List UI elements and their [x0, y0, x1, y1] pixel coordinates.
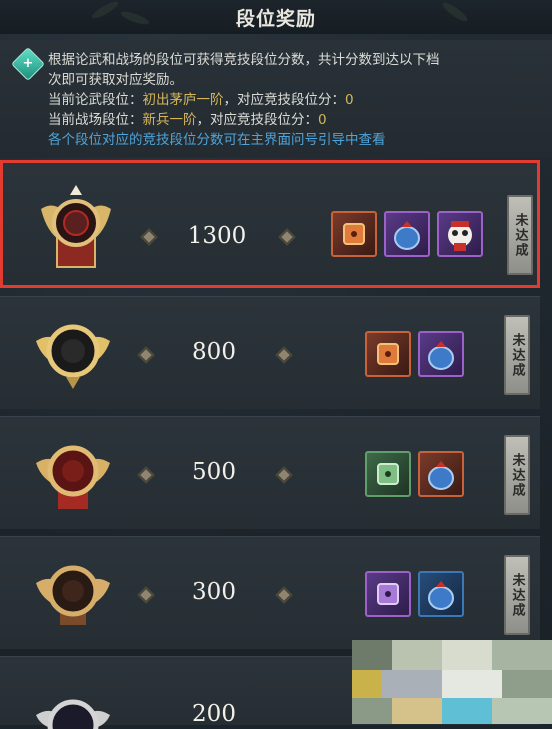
lunwu-rank-value: 初出茅庐一阶 [142, 92, 224, 108]
reward-pouch-icon[interactable] [418, 451, 464, 497]
status-badge: 未达成 [507, 195, 533, 275]
divider-diamond-icon [137, 586, 155, 604]
reward-dice-icon[interactable] [365, 571, 411, 617]
reward-dice-icon[interactable] [365, 451, 411, 497]
reward-dice-icon[interactable] [331, 211, 377, 257]
reward-pouch-icon[interactable] [418, 331, 464, 377]
bamboo-leaf-decoration [440, 0, 470, 24]
divider-diamond-icon [275, 466, 293, 484]
status-badge: 未达成 [504, 315, 530, 395]
status-badge: 未达成 [504, 435, 530, 515]
rank-badge-icon [36, 699, 110, 729]
bamboo-leaf-decoration [90, 0, 120, 21]
pixelated-overlay [352, 640, 552, 724]
zhanchang-label: 当前战场段位： [48, 112, 143, 128]
zhanchang-rank-line: 当前战场段位：新兵一阶，对应竞技段位分：0 [48, 110, 540, 130]
divider-diamond-icon [140, 228, 158, 246]
divider-diamond-icon [275, 346, 293, 364]
zhanchang-score-value: 0 [318, 112, 327, 128]
rank-badge-icon [41, 185, 111, 268]
divider-diamond-icon [137, 466, 155, 484]
info-diamond-icon: + [11, 47, 45, 81]
info-line-1: 根据论武和战场的段位可获得竞技段位分数，共计分数到达以下档 [48, 52, 440, 68]
tier-score: 300 [192, 579, 236, 605]
tier-score: 500 [192, 459, 236, 485]
tier-score: 200 [192, 701, 236, 727]
rank-badge-icon [36, 565, 110, 625]
divider-diamond-icon [137, 346, 155, 364]
info-panel: + 根据论武和战场的段位可获得竞技段位分数，共计分数到达以下档 次即可获取对应奖… [0, 40, 552, 158]
rank-badge-icon [36, 324, 110, 389]
reward-pouch-icon[interactable] [418, 571, 464, 617]
rank-badge-icon [36, 445, 110, 509]
reward-pouch-icon[interactable] [384, 211, 430, 257]
bamboo-leaf-decoration [119, 9, 151, 27]
lunwu-score-value: 0 [345, 92, 354, 108]
tier-row-1[interactable]: 1300 未达成 [0, 160, 540, 288]
divider-diamond-icon [275, 586, 293, 604]
info-line-2: 次即可获取对应奖励。 [48, 72, 183, 88]
page-title: 段位奖励 [235, 7, 316, 30]
zhanchang-rank-value: 新兵一阶 [142, 112, 197, 128]
tier-row-3[interactable]: 500 未达成 [0, 416, 540, 529]
tier-score: 800 [192, 339, 236, 365]
lunwu-score-label: ，对应竞技段位分： [223, 92, 346, 108]
status-badge: 未达成 [504, 555, 530, 635]
lunwu-rank-line: 当前论武段位：初出茅庐一阶，对应竞技段位分：0 [48, 90, 540, 110]
tier-score: 1300 [187, 223, 247, 249]
guide-link[interactable]: 各个段位对应的竞技段位分数可在主界面问号引导中查看 [48, 130, 540, 150]
reward-dice-icon[interactable] [365, 331, 411, 377]
tier-row-2[interactable]: 800 未达成 [0, 296, 540, 409]
lunwu-label: 当前论武段位： [48, 92, 143, 108]
reward-panda-icon[interactable] [437, 211, 483, 257]
tier-row-4[interactable]: 300 未达成 [0, 536, 540, 649]
header-bar: 段位奖励 [0, 0, 552, 34]
zhanchang-score-label: ，对应竞技段位分： [196, 112, 319, 128]
divider-diamond-icon [278, 228, 296, 246]
